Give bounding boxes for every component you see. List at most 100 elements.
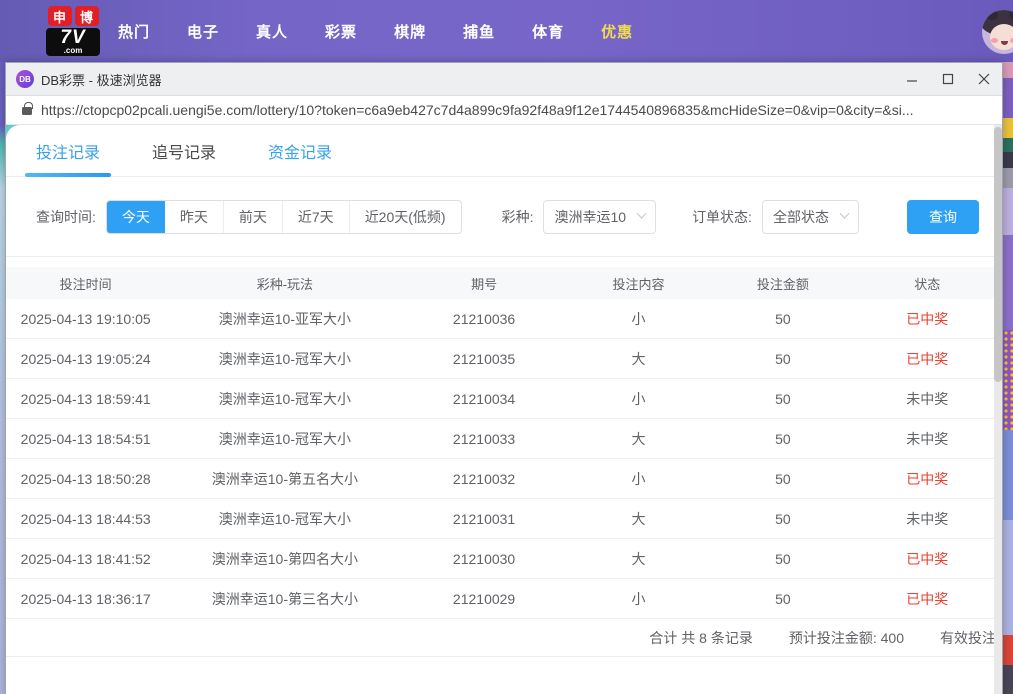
tab-投注记录[interactable]: 投注记录	[36, 125, 100, 176]
lottery-select-value: 澳洲幸运10	[554, 207, 626, 227]
background-strip-block	[1003, 78, 1013, 118]
cell-issue: 21210031	[404, 511, 563, 527]
summary-row: 合计 共 8 条记录 预计投注金额: 400 有效投注金额	[6, 619, 1002, 657]
browser-window: DB DB彩票 - 极速浏览器 https://ctopcp02pcali.ue…	[5, 62, 1003, 694]
time-option[interactable]: 今天	[107, 201, 165, 233]
maximize-button[interactable]	[930, 63, 966, 95]
cell-game: 澳洲幸运10-第三名大小	[165, 589, 404, 609]
order-status-select[interactable]: 全部状态	[762, 200, 859, 234]
cell-game: 澳洲幸运10-冠军大小	[165, 349, 404, 369]
logo-badges: 申 博	[46, 6, 100, 26]
nav-item[interactable]: 真人	[256, 21, 288, 42]
cell-issue: 21210029	[404, 591, 563, 607]
records-card: 投注记录追号记录资金记录 查询时间: 今天昨天前天近7天近20天(低频) 彩种:…	[6, 125, 1002, 694]
column-header: 投注金额	[713, 274, 852, 293]
cell-content: 大	[564, 509, 713, 529]
avatar-face	[990, 24, 1013, 50]
screen: 申 博 7V .com 热门 电子 真人 彩票 棋牌 捕鱼 体育 优惠 DB DB彩票 - 极…	[0, 0, 1013, 694]
window-title: DB彩票 - 极速浏览器	[41, 70, 162, 89]
scrollbar-thumb[interactable]	[994, 127, 1002, 382]
column-header: 期号	[404, 274, 563, 293]
logo-badge-2: 博	[75, 6, 99, 26]
cell-time: 2025-04-13 18:36:17	[6, 591, 165, 607]
table-row: 2025-04-13 18:44:53澳洲幸运10-冠军大小21210031大5…	[6, 499, 1002, 539]
cell-amount: 50	[713, 391, 852, 407]
cell-game: 澳洲幸运10-第五名大小	[165, 469, 404, 489]
address-bar[interactable]: https://ctopcp02pcali.uengi5e.com/lotter…	[6, 96, 1002, 125]
cell-game: 澳洲幸运10-第四名大小	[165, 549, 404, 569]
cell-status: 已中奖	[853, 549, 1002, 569]
window-title-bar[interactable]: DB DB彩票 - 极速浏览器	[6, 63, 1002, 96]
tab-资金记录[interactable]: 资金记录	[268, 125, 332, 176]
cell-amount: 50	[713, 431, 852, 447]
nav-item[interactable]: 棋牌	[394, 21, 426, 42]
nav-item[interactable]: 体育	[532, 21, 564, 42]
cell-status: 已中奖	[853, 589, 1002, 609]
time-filter-group: 今天昨天前天近7天近20天(低频)	[106, 200, 462, 234]
site-top-nav: 申 博 7V .com 热门 电子 真人 彩票 棋牌 捕鱼 体育 优惠	[0, 0, 1013, 62]
table-row: 2025-04-13 19:05:24澳洲幸运10-冠军大小21210035大5…	[6, 339, 1002, 379]
table-row: 2025-04-13 18:50:28澳洲幸运10-第五名大小21210032小…	[6, 459, 1002, 499]
search-button[interactable]: 查询	[907, 200, 979, 234]
background-strip-block	[1003, 235, 1013, 330]
logo-badge-1: 申	[48, 6, 72, 26]
nav-item[interactable]: 彩票	[325, 21, 357, 42]
table-row: 2025-04-13 18:36:17澳洲幸运10-第三名大小21210029小…	[6, 579, 1002, 619]
app-icon: DB	[16, 70, 34, 88]
background-strip-block	[1003, 635, 1013, 665]
cell-content: 大	[564, 349, 713, 369]
close-button[interactable]	[966, 63, 1002, 95]
nav-item[interactable]: 电子	[187, 21, 219, 42]
time-option[interactable]: 昨天	[165, 201, 223, 233]
window-controls	[894, 63, 1002, 95]
close-icon	[978, 73, 990, 85]
cell-time: 2025-04-13 18:44:53	[6, 511, 165, 527]
chevron-down-icon	[637, 209, 647, 219]
minimize-icon	[906, 73, 918, 85]
order-status-select-value: 全部状态	[773, 207, 829, 227]
tab-追号记录[interactable]: 追号记录	[152, 125, 216, 176]
table-row: 2025-04-13 19:10:05澳洲幸运10-亚军大小21210036小5…	[6, 299, 1002, 339]
cell-amount: 50	[713, 511, 852, 527]
cell-amount: 50	[713, 351, 852, 367]
time-option[interactable]: 前天	[223, 201, 282, 233]
nav-item[interactable]: 优惠	[601, 21, 633, 42]
summary-expected-amount: 预计投注金额: 400	[789, 628, 904, 648]
cell-time: 2025-04-13 18:50:28	[6, 471, 165, 487]
url-text[interactable]: https://ctopcp02pcali.uengi5e.com/lotter…	[41, 102, 914, 118]
column-header: 彩种-玩法	[165, 274, 404, 293]
maximize-icon	[942, 73, 954, 85]
table-header-row: 投注时间彩种-玩法期号投注内容投注金额状态	[6, 267, 1002, 299]
cell-issue: 21210033	[404, 431, 563, 447]
time-option[interactable]: 近20天(低频)	[349, 201, 461, 233]
order-status-label: 订单状态:	[692, 207, 752, 227]
bet-records-table: 投注时间彩种-玩法期号投注内容投注金额状态 2025-04-13 19:10:0…	[6, 267, 1002, 619]
cell-status: 已中奖	[853, 469, 1002, 489]
cell-amount: 50	[713, 311, 852, 327]
cell-content: 小	[564, 589, 713, 609]
cell-game: 澳洲幸运10-冠军大小	[165, 389, 404, 409]
logo-brand-text: 7V	[48, 29, 98, 47]
background-strip-block	[1003, 118, 1013, 138]
minimize-button[interactable]	[894, 63, 930, 95]
table-body: 2025-04-13 19:10:05澳洲幸运10-亚军大小21210036小5…	[6, 299, 1002, 619]
nav-item[interactable]: 捕鱼	[463, 21, 495, 42]
table-row: 2025-04-13 18:59:41澳洲幸运10-冠军大小21210034小5…	[6, 379, 1002, 419]
background-strip-block	[1003, 520, 1013, 635]
cell-issue: 21210032	[404, 471, 563, 487]
nav-item[interactable]: 热门	[118, 21, 150, 42]
table-row: 2025-04-13 18:54:51澳洲幸运10-冠军大小21210033大5…	[6, 419, 1002, 459]
page-content: 投注记录追号记录资金记录 查询时间: 今天昨天前天近7天近20天(低频) 彩种:…	[6, 125, 1002, 694]
lottery-select[interactable]: 澳洲幸运10	[543, 200, 656, 234]
avatar[interactable]	[982, 10, 1013, 54]
background-page-right-edge	[1003, 62, 1013, 694]
record-tabs: 投注记录 追号记录 资金记录	[6, 125, 1002, 177]
site-logo[interactable]: 申 博 7V .com	[46, 6, 100, 56]
time-option[interactable]: 近7天	[282, 201, 349, 233]
scrollbar[interactable]	[994, 125, 1002, 694]
cell-status: 已中奖	[853, 349, 1002, 369]
background-strip-block	[1003, 665, 1013, 694]
summary-valid-amount: 有效投注金额	[940, 628, 1002, 648]
cell-amount: 50	[713, 551, 852, 567]
cell-content: 大	[564, 549, 713, 569]
